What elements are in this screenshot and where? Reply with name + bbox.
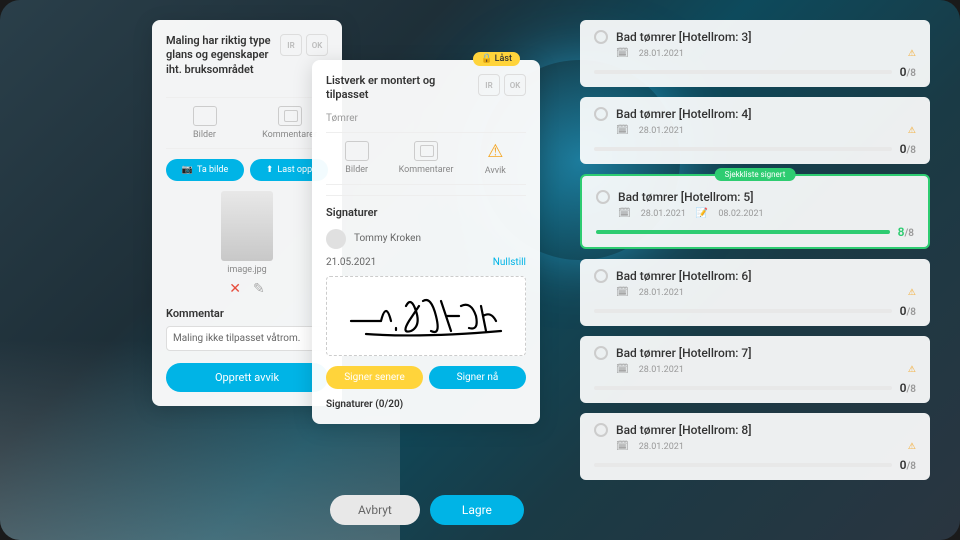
image-filename: image.jpg bbox=[166, 265, 328, 275]
comment-icon bbox=[414, 141, 438, 161]
save-button[interactable]: Lagre bbox=[430, 495, 524, 525]
signature-card: 🔒 Låst Listverk er montert og tilpasset … bbox=[312, 60, 540, 424]
created-date: 28.01.2021 bbox=[639, 442, 684, 452]
delete-icon[interactable]: ✕ bbox=[229, 281, 241, 297]
list-item[interactable]: Bad tømrer [Hotellrom: 6] 🗓 28.01.2021 ⚠… bbox=[580, 259, 930, 326]
image-icon bbox=[345, 141, 369, 161]
ir-badge[interactable]: IR bbox=[280, 34, 302, 56]
role-label: Tømrer bbox=[326, 113, 526, 124]
date-icon: 🗓 bbox=[616, 441, 629, 452]
radio-icon[interactable] bbox=[594, 30, 608, 44]
warning-icon: ⚠ bbox=[487, 141, 503, 162]
avatar bbox=[326, 229, 346, 249]
image-thumbnail[interactable] bbox=[221, 191, 273, 261]
list-item[interactable]: Bad tømrer [Hotellrom: 8] 🗓 28.01.2021 ⚠… bbox=[580, 413, 930, 480]
warning-icon: ⚠ bbox=[908, 442, 916, 452]
list-item-title: Bad tømrer [Hotellrom: 7] bbox=[616, 346, 752, 360]
ok-badge[interactable]: OK bbox=[504, 74, 526, 96]
created-date: 28.01.2021 bbox=[639, 49, 684, 59]
tab-bilder[interactable]: Bilder bbox=[166, 106, 243, 140]
created-date: 28.01.2021 bbox=[639, 288, 684, 298]
comment-label: Kommentar bbox=[166, 307, 328, 320]
checklist-list: Bad tømrer [Hotellrom: 3] 🗓 28.01.2021 ⚠… bbox=[580, 20, 930, 480]
warning-icon: ⚠ bbox=[908, 49, 916, 59]
ir-badge[interactable]: IR bbox=[478, 74, 500, 96]
cancel-button[interactable]: Avbryt bbox=[330, 495, 420, 525]
create-deviation-button[interactable]: Opprett avvik bbox=[166, 363, 328, 392]
edit-date-icon: 📝 bbox=[696, 208, 708, 219]
list-item-title: Bad tømrer [Hotellrom: 4] bbox=[616, 107, 752, 121]
progress-bar bbox=[594, 147, 892, 151]
radio-icon[interactable] bbox=[594, 269, 608, 283]
date-icon: 🗓 bbox=[616, 125, 629, 136]
list-item[interactable]: Bad tømrer [Hotellrom: 3] 🗓 28.01.2021 ⚠… bbox=[580, 20, 930, 87]
progress-count: 0/8 bbox=[900, 381, 916, 395]
signed-badge: Sjekkliste signert bbox=[715, 168, 796, 181]
card-title: Listverk er montert og tilpasset bbox=[326, 74, 472, 103]
progress-count: 0/8 bbox=[900, 65, 916, 79]
signature-drawing bbox=[341, 286, 511, 346]
take-photo-button[interactable]: 📷Ta bilde bbox=[166, 159, 244, 181]
signature-section: Signaturer Tommy Kroken 21.05.2021 Nulls… bbox=[326, 195, 526, 410]
reset-link[interactable]: Nullstill bbox=[493, 257, 526, 268]
camera-icon: 📷 bbox=[182, 165, 193, 175]
list-item-title: Bad tømrer [Hotellrom: 3] bbox=[616, 30, 752, 44]
date-icon: 🗓 bbox=[616, 287, 629, 298]
progress-count: 8/8 bbox=[898, 225, 914, 239]
upload-icon: ⬆ bbox=[266, 165, 274, 175]
created-date: 28.01.2021 bbox=[641, 209, 686, 219]
created-date: 28.01.2021 bbox=[639, 126, 684, 136]
signer-name: Tommy Kroken bbox=[354, 233, 421, 244]
progress-count: 0/8 bbox=[900, 142, 916, 156]
comment-icon bbox=[278, 106, 302, 126]
list-item-title: Bad tømrer [Hotellrom: 5] bbox=[618, 190, 754, 204]
progress-bar bbox=[596, 230, 890, 234]
tab-kommentarer[interactable]: Kommentarer bbox=[395, 141, 456, 176]
list-item[interactable]: Bad tømrer [Hotellrom: 4] 🗓 28.01.2021 ⚠… bbox=[580, 97, 930, 164]
date-icon: 🗓 bbox=[618, 208, 631, 219]
ir-ok-toggle[interactable]: IR OK bbox=[280, 34, 328, 56]
progress-bar bbox=[594, 309, 892, 313]
progress-bar bbox=[594, 463, 892, 467]
thumb-actions: ✕ ✎ bbox=[166, 281, 328, 297]
radio-icon[interactable] bbox=[594, 346, 608, 360]
action-row: 📷Ta bilde ⬆Last opp bbox=[166, 159, 328, 181]
edit-icon[interactable]: ✎ bbox=[253, 281, 265, 297]
ok-badge[interactable]: OK bbox=[306, 34, 328, 56]
tab-bilder[interactable]: Bilder bbox=[326, 141, 387, 176]
radio-icon[interactable] bbox=[594, 107, 608, 121]
date-icon: 🗓 bbox=[616, 48, 629, 59]
signature-count: Signaturer (0/20) bbox=[326, 399, 526, 410]
tabs: Bilder Kommentarer ⚠Avvik bbox=[326, 132, 526, 185]
radio-icon[interactable] bbox=[594, 423, 608, 437]
edit-date: 08.02.2021 bbox=[718, 209, 763, 219]
progress-count: 0/8 bbox=[900, 458, 916, 472]
progress-bar bbox=[594, 386, 892, 390]
warning-icon: ⚠ bbox=[908, 365, 916, 375]
list-item[interactable]: Sjekkliste signert Bad tømrer [Hotellrom… bbox=[580, 174, 930, 249]
progress-count: 0/8 bbox=[900, 304, 916, 318]
locked-badge: 🔒 Låst bbox=[473, 52, 520, 66]
sign-now-button[interactable]: Signer nå bbox=[429, 366, 526, 389]
signatures-label: Signaturer bbox=[326, 206, 526, 219]
tabs: Bilder Kommentarer bbox=[166, 97, 328, 149]
created-date: 28.01.2021 bbox=[639, 365, 684, 375]
progress-bar bbox=[594, 70, 892, 74]
list-item-title: Bad tømrer [Hotellrom: 8] bbox=[616, 423, 752, 437]
card-title: Maling har riktig type glans og egenskap… bbox=[166, 34, 280, 77]
tab-avvik[interactable]: ⚠Avvik bbox=[465, 141, 526, 176]
radio-icon[interactable] bbox=[596, 190, 610, 204]
list-item-title: Bad tømrer [Hotellrom: 6] bbox=[616, 269, 752, 283]
warning-icon: ⚠ bbox=[908, 126, 916, 136]
list-item[interactable]: Bad tømrer [Hotellrom: 7] 🗓 28.01.2021 ⚠… bbox=[580, 336, 930, 403]
signature-pad[interactable] bbox=[326, 276, 526, 356]
signature-date: 21.05.2021 bbox=[326, 257, 376, 268]
date-icon: 🗓 bbox=[616, 364, 629, 375]
image-icon bbox=[193, 106, 217, 126]
comment-input[interactable]: Maling ikke tilpasset våtrom. bbox=[166, 326, 328, 351]
bottom-actions: Avbryt Lagre bbox=[330, 495, 524, 525]
warning-icon: ⚠ bbox=[908, 288, 916, 298]
sign-later-button[interactable]: Signer senere bbox=[326, 366, 423, 389]
ir-ok-toggle[interactable]: IR OK bbox=[478, 74, 526, 96]
